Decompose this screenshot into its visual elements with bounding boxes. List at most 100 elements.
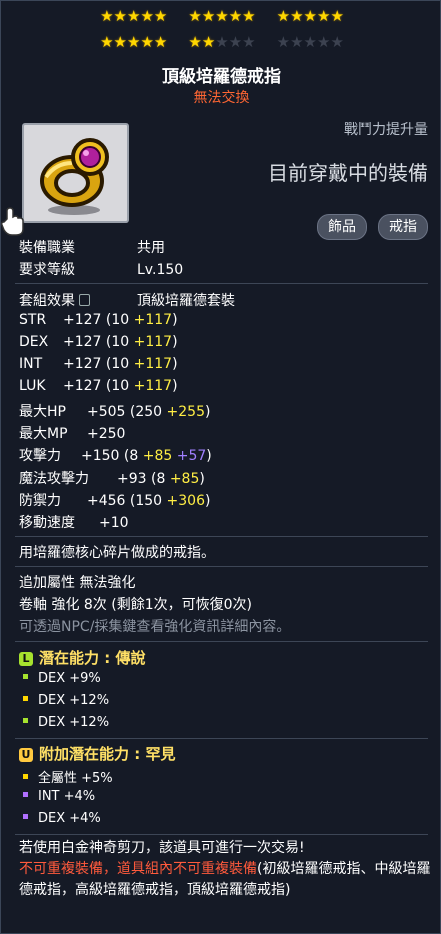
stat-row: 防禦力 +456 (150 +306) — [19, 490, 210, 510]
star-filled-icon: ★ — [140, 7, 153, 25]
star-filled-icon: ★ — [330, 7, 343, 25]
stat-base: +93 (8 — [117, 471, 170, 487]
potential-header: L 潛在能力 : 傳說 — [19, 647, 145, 668]
additional-option-line: 追加屬性 無法強化 — [19, 575, 136, 591]
star-empty-icon: ★ — [276, 33, 290, 51]
potential-line: DEX +12% — [23, 693, 109, 708]
requirement-label: 要求等級 — [19, 262, 75, 278]
star-filled-icon: ★ — [127, 33, 140, 51]
stat-row: STR +127 (10 +117) — [19, 312, 178, 328]
stat-name: 攻擊力 — [19, 448, 61, 464]
item-icon-frame — [22, 123, 129, 223]
star-filled-icon: ★ — [316, 7, 330, 25]
stat-tail: ) — [172, 312, 178, 328]
upgrade-hint: 可透過NPC/採集鍵查看強化資訊詳細內容。 — [19, 619, 291, 635]
star-group: ★ ★ ★ ★ ★ — [276, 33, 344, 51]
star-filled-icon: ★ — [100, 33, 113, 51]
category-tag-ring: 戒指 — [378, 214, 428, 240]
divider — [15, 566, 428, 567]
gold-ring-purple-gem-icon — [40, 138, 109, 215]
item-tooltip: ★ ★ ★ ★ ★ ★ ★ ★ ★ ★ ★ ★ ★ ★ ★ ★ ★ ★ ★ ★ ★ ★ ★ ★ ★ ★ ★ ★ ★ ★ 頂級培羅德戒指 … — [0, 0, 441, 934]
star-group: ★ ★ ★ ★ ★ — [276, 7, 344, 25]
star-filled-icon: ★ — [201, 7, 215, 25]
stat-tail: ) — [172, 334, 178, 350]
category-tag-accessory: 飾品 — [317, 214, 367, 240]
star-group: ★ ★ ★ ★ ★ — [100, 7, 167, 25]
potential-title: 潛在能力 : 傳說 — [39, 649, 146, 667]
stat-name: STR — [19, 312, 47, 328]
star-filled-icon: ★ — [215, 7, 228, 25]
footer-notes: 若使用白金神奇剪刀，該道具可進行一次交易! 不可重複裝備，道具組內不可重複裝備(… — [19, 838, 431, 901]
star-filled-icon: ★ — [113, 7, 127, 25]
star-filled-icon: ★ — [303, 7, 317, 25]
requirement-label: 裝備職業 — [19, 240, 75, 256]
stat-tail: ) — [172, 378, 178, 394]
hand-cursor-icon — [1, 207, 24, 236]
stat-base: +127 (10 — [63, 312, 134, 328]
star-group: ★ ★ ★ ★ ★ — [188, 33, 255, 51]
bullet-icon — [23, 696, 28, 701]
star-filled-icon: ★ — [153, 33, 167, 51]
stat-bonus: +117 — [133, 378, 173, 394]
star-empty-icon: ★ — [242, 33, 255, 51]
star-filled-icon: ★ — [153, 7, 167, 25]
bullet-icon — [23, 674, 28, 679]
combat-power-increase-label: 戰鬥力提升量 — [344, 122, 428, 138]
stat-base: +150 (8 — [81, 448, 143, 464]
stat-name: 魔法攻擊力 — [19, 471, 89, 487]
stat-bonus: +117 — [133, 312, 173, 328]
star-filled-icon: ★ — [113, 33, 127, 51]
bonus-potential-line: 全屬性 +5% — [23, 767, 113, 786]
divider — [15, 738, 428, 739]
star-filled-icon: ★ — [276, 7, 290, 25]
currently-equipped-label: 目前穿戴中的裝備 — [268, 161, 428, 185]
set-effect-row[interactable]: 套組效果 頂級培羅德套裝 — [19, 290, 235, 310]
stat-base: +456 (150 — [87, 493, 167, 509]
star-filled-icon: ★ — [242, 7, 255, 25]
stat-tail: ) — [199, 471, 205, 487]
stat-tail: ) — [205, 493, 211, 509]
stat-bonus: +117 — [133, 356, 173, 372]
stat-bonus: +85 — [142, 448, 173, 464]
scroll-upgrade-line: 卷軸 強化 8次 (剩餘1次，可恢復0次) — [19, 597, 252, 613]
stat-bonus: +117 — [133, 334, 173, 350]
item-name: 頂級培羅德戒指 — [162, 67, 281, 87]
divider — [15, 283, 428, 284]
lock-icon — [79, 294, 90, 306]
platinum-scissors-note: 若使用白金神奇剪刀，該道具可進行一次交易! — [19, 840, 305, 856]
bonus-potential-header: U 附加潛在能力 : 罕見 — [19, 743, 175, 764]
stat-row: 最大MP +250 — [19, 423, 125, 443]
star-group: ★ ★ ★ ★ ★ — [100, 33, 167, 51]
legendary-badge-icon: L — [19, 652, 33, 666]
stat-row: LUK +127 (10 +117) — [19, 378, 178, 394]
stat-name: LUK — [19, 378, 46, 394]
divider — [15, 834, 428, 835]
stat-row: 最大HP +505 (250 +255) — [19, 401, 210, 421]
requirement-value: 共用 — [137, 240, 165, 256]
star-filled-icon: ★ — [188, 33, 201, 51]
stat-row: INT +127 (10 +117) — [19, 356, 178, 372]
stat-name: 移動速度 — [19, 515, 75, 531]
star-group: ★ ★ ★ ★ ★ — [188, 7, 255, 25]
bullet-icon — [23, 814, 28, 819]
stat-tail: ) — [172, 356, 178, 372]
star-force-row-1: ★ ★ ★ ★ ★ ★ ★ ★ ★ ★ ★ ★ ★ ★ ★ — [1, 9, 441, 24]
bullet-icon — [23, 792, 28, 797]
bonus-potential-line: DEX +4% — [23, 811, 101, 826]
requirement-job: 裝備職業 共用 — [19, 237, 165, 257]
stat-row: 魔法攻擊力 +93 (8 +85) — [19, 468, 205, 488]
stat-base: +10 — [99, 515, 129, 531]
stat-name: 最大HP — [19, 404, 66, 420]
trade-restriction: 無法交換 — [193, 90, 250, 106]
bonus-potential-line: INT +4% — [23, 789, 95, 804]
divider — [15, 536, 428, 537]
stat-bonus: +306 — [166, 493, 205, 509]
stat-tail: ) — [206, 448, 212, 464]
stat-base: +505 (250 — [87, 404, 167, 420]
requirement-level: 要求等級 Lv.150 — [19, 259, 183, 279]
bullet-icon — [23, 774, 28, 779]
stat-base: +127 (10 — [63, 356, 134, 372]
star-empty-icon: ★ — [290, 33, 303, 51]
star-force-row-2: ★ ★ ★ ★ ★ ★ ★ ★ ★ ★ ★ ★ ★ ★ ★ — [1, 35, 441, 50]
star-empty-icon: ★ — [316, 33, 330, 51]
